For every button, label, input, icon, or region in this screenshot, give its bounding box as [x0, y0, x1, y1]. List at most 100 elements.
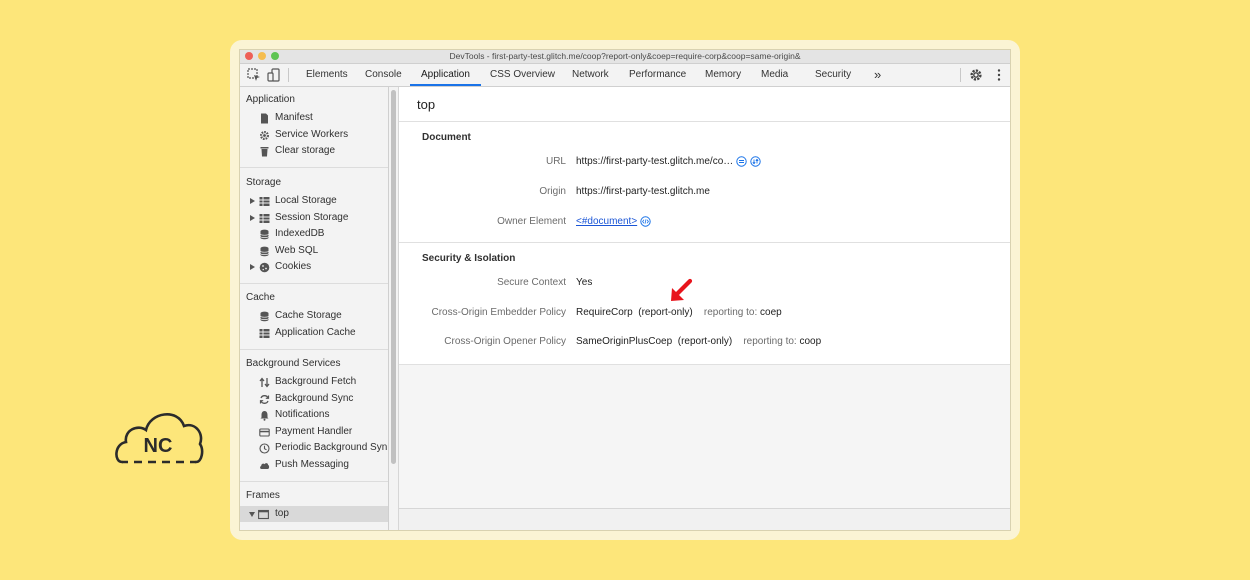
sidebar-item-background-sync[interactable]: Background Sync	[240, 391, 388, 407]
toolbar-separator	[960, 68, 961, 82]
sidebar-item-label: Manifest	[275, 112, 313, 123]
collapse-arrow-icon[interactable]	[249, 512, 255, 517]
sync-icon	[259, 395, 270, 404]
coep-reporting-endpoint: coep	[760, 307, 782, 318]
tab-application[interactable]: Application	[421, 64, 470, 86]
sidebar-item-label: IndexedDB	[275, 228, 325, 239]
tab-network[interactable]: Network	[572, 64, 609, 86]
sidebar-item-label: Clear storage	[275, 145, 336, 156]
document-section-heading: Document	[422, 132, 471, 143]
grid-icon	[259, 197, 270, 206]
cookie-icon	[259, 262, 270, 273]
more-tabs-button[interactable]: »	[874, 64, 881, 86]
coop-value-row: SameOriginPlusCoep (report-only) reporti…	[576, 336, 821, 347]
coop-reporting-label: reporting to:	[743, 336, 797, 347]
origin-value: https://first-party-test.glitch.me	[576, 186, 710, 197]
expand-arrow-icon[interactable]	[250, 264, 255, 270]
application-sidebar: Application Manifest Service Workers Cle…	[240, 87, 389, 530]
expand-arrow-icon[interactable]	[250, 198, 255, 204]
sidebar-item-web-sql[interactable]: Web SQL	[240, 243, 388, 259]
scrollbar-thumb[interactable]	[391, 90, 396, 464]
devtools-toolbar: Elements Console Application CSS Overvie…	[240, 64, 1010, 87]
tab-performance[interactable]: Performance	[629, 64, 686, 86]
sidebar-item-label: Session Storage	[275, 212, 349, 223]
sidebar-section-storage: Storage	[246, 177, 282, 188]
sidebar-item-periodic-background-sync[interactable]: Periodic Background Syn	[240, 440, 388, 456]
coep-reporting-label: reporting to:	[703, 307, 758, 318]
sidebar-item-indexeddb[interactable]: IndexedDB	[240, 226, 388, 242]
sidebar-item-manifest[interactable]: Manifest	[240, 110, 388, 126]
red-annotation-arrow-icon	[671, 278, 693, 301]
tab-console[interactable]: Console	[365, 64, 402, 86]
coep-mode: (report-only)	[638, 307, 693, 318]
owner-element-link[interactable]: <#document>	[576, 216, 637, 227]
sidebar-item-push-messaging[interactable]: Push Messaging	[240, 457, 388, 473]
sidebar-item-cookies[interactable]: Cookies	[240, 259, 388, 275]
url-label: URL	[545, 156, 566, 167]
coop-reporting-endpoint: coop	[799, 336, 822, 347]
sidebar-item-payment-handler[interactable]: Payment Handler	[240, 424, 388, 440]
empty-panel-area	[399, 364, 1010, 509]
sidebar-item-session-storage[interactable]: Session Storage	[240, 210, 388, 226]
reveal-in-sources-icon[interactable]	[750, 156, 761, 167]
coop-mode: (report-only)	[677, 336, 733, 347]
database-icon	[260, 229, 269, 240]
device-toolbar-icon[interactable]	[266, 67, 282, 83]
grid-icon	[259, 329, 270, 338]
sidebar-section-frames: Frames	[246, 490, 280, 501]
owner-element-value: <#document>	[576, 216, 651, 227]
expand-arrow-icon[interactable]	[250, 215, 255, 221]
kebab-menu-icon[interactable]	[991, 67, 1007, 83]
sidebar-item-cache-storage[interactable]: Cache Storage	[240, 308, 388, 324]
sidebar-item-label: Service Workers	[275, 129, 349, 140]
sidebar-item-frame-top[interactable]: top	[240, 506, 388, 522]
sidebar-scrollbar[interactable]	[389, 87, 399, 530]
url-value: https://first-party-test.glitch.me/co…	[576, 156, 761, 167]
panel-status-bar	[399, 508, 1010, 530]
reveal-in-elements-icon[interactable]	[640, 216, 651, 227]
cloud-icon	[260, 463, 270, 469]
sidebar-section-application: Application	[246, 94, 295, 105]
toolbar-separator	[288, 68, 289, 82]
divider	[399, 242, 1010, 243]
gear-icon	[259, 130, 270, 141]
sidebar-item-label: Application Cache	[275, 327, 356, 338]
up-down-arrows-icon	[259, 377, 270, 388]
sidebar-item-local-storage[interactable]: Local Storage	[240, 193, 388, 209]
coep-value: RequireCorp	[576, 307, 633, 318]
tab-css-overview[interactable]: CSS Overview	[490, 64, 555, 86]
bell-icon	[260, 411, 269, 421]
tab-security[interactable]: Security	[815, 64, 851, 86]
coop-value: SameOriginPlusCoep	[576, 336, 673, 347]
sidebar-item-notifications[interactable]: Notifications	[240, 407, 388, 423]
gear-icon[interactable]	[968, 67, 984, 83]
sidebar-item-label: Web SQL	[275, 245, 319, 256]
sidebar-item-label: Cookies	[275, 261, 312, 272]
copy-url-icon[interactable]	[736, 156, 747, 167]
sidebar-item-label: Local Storage	[275, 195, 337, 206]
credit-card-icon	[259, 428, 270, 437]
trash-icon	[260, 147, 269, 157]
security-section-heading: Security & Isolation	[422, 253, 516, 264]
sidebar-section-cache: Cache	[246, 292, 275, 303]
window-title: DevTools - first-party-test.glitch.me/co…	[449, 51, 801, 61]
sidebar-item-background-fetch[interactable]: Background Fetch	[240, 374, 388, 390]
sidebar-item-label: Background Sync	[275, 393, 354, 404]
coep-label: Cross-Origin Embedder Policy	[431, 307, 567, 318]
sidebar-item-label: Background Fetch	[275, 376, 357, 387]
tab-elements[interactable]: Elements	[306, 64, 348, 86]
frame-details-panel: top Document URL https://first-party-tes…	[399, 87, 1010, 530]
sidebar-section-background-services: Background Services	[246, 358, 341, 369]
sidebar-item-application-cache[interactable]: Application Cache	[240, 325, 388, 341]
sidebar-item-clear-storage[interactable]: Clear storage	[240, 143, 388, 159]
clock-icon	[259, 443, 270, 454]
sidebar-item-service-workers[interactable]: Service Workers	[240, 127, 388, 143]
tab-memory[interactable]: Memory	[705, 64, 741, 86]
database-icon	[260, 311, 269, 322]
sidebar-item-label: top	[275, 508, 289, 519]
logo-text: NC	[144, 435, 173, 457]
inspect-element-icon[interactable]	[246, 67, 262, 83]
tab-media[interactable]: Media	[761, 64, 788, 86]
page-title: top	[417, 97, 436, 112]
sidebar-item-label: Periodic Background Syn	[275, 442, 388, 453]
